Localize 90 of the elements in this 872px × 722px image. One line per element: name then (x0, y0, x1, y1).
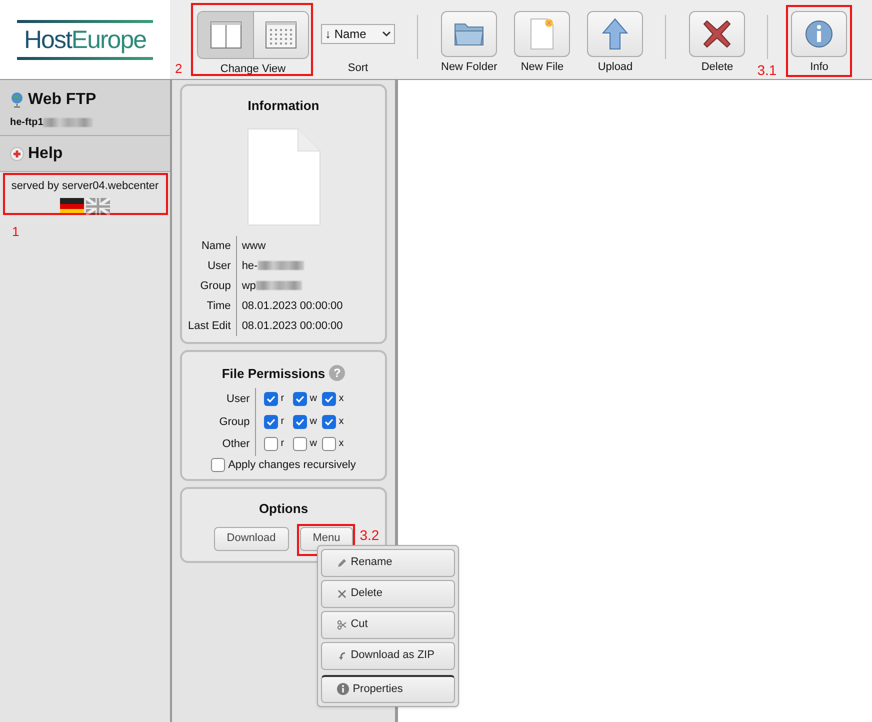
annotation-number: 3.1 (757, 63, 777, 77)
redaction-mark (43, 118, 94, 127)
permission-checkbox[interactable] (264, 414, 278, 429)
menu-item[interactable]: Download as ZIP (320, 642, 455, 670)
field-value: 08.01.2023 00:00:00 (242, 318, 343, 334)
download-button[interactable]: Download (214, 526, 289, 550)
checkmark-icon (294, 394, 305, 404)
toolbar-button[interactable] (441, 11, 498, 57)
permission-label: Other (219, 433, 256, 456)
german-flag-icon[interactable] (60, 198, 84, 214)
toolbar-label: Sort (348, 61, 368, 76)
permission-checkbox[interactable] (322, 392, 336, 406)
server-info: served by server04.webcenter (11, 179, 159, 194)
field-value: www (242, 238, 266, 254)
file-icon (246, 128, 320, 226)
permission-letter: w (310, 437, 318, 451)
toolbar-label: Change View (220, 62, 286, 77)
help-icon (10, 146, 24, 160)
field-value: wp (242, 278, 256, 294)
sort-dropdown[interactable]: ↓ Name (321, 24, 395, 44)
permission-letter: r (280, 437, 286, 451)
annotation-number: 2 (175, 62, 182, 75)
close-icon (336, 588, 347, 598)
toolbar-label: Delete (701, 60, 734, 75)
panel-title: Options (258, 500, 308, 518)
permission-checkbox[interactable] (322, 437, 336, 452)
permission-checkbox[interactable] (264, 437, 278, 452)
checkmark-icon (294, 416, 305, 427)
panel-title: Information (248, 97, 320, 115)
menu-item[interactable]: Delete (320, 580, 455, 608)
toolbar-button[interactable] (587, 11, 644, 57)
permission-checkbox[interactable] (292, 437, 307, 452)
info-icon (336, 683, 349, 695)
field-label: Name (188, 236, 237, 256)
sidebar-title[interactable]: Web FTP (28, 88, 96, 112)
view-toggle-button[interactable] (253, 12, 308, 58)
delete-icon (702, 19, 732, 49)
field-label: Time (188, 296, 237, 316)
checkmark-icon (324, 394, 334, 404)
permission-letter: r (280, 414, 286, 428)
help-link[interactable]: Help (28, 142, 63, 166)
host-name: he-ftp1 (10, 116, 44, 130)
permission-letter: w (310, 414, 318, 428)
globe-icon (10, 92, 24, 108)
split-view-icon (210, 21, 242, 49)
info-icon (804, 19, 834, 49)
view-toggle-button[interactable] (198, 12, 253, 58)
toolbar-label: Info (810, 60, 828, 75)
scissors-icon (336, 620, 347, 630)
new-file-icon (528, 17, 556, 51)
field-value: he- (242, 258, 258, 274)
checkmark-icon (266, 416, 276, 427)
toolbar-label: Upload (598, 60, 633, 75)
checkmark-icon (266, 394, 276, 404)
toolbar-button[interactable] (689, 11, 746, 57)
panel-title: File Permissions (222, 364, 326, 382)
menu-item[interactable]: Rename (320, 548, 455, 576)
curved-arrow-icon (336, 650, 347, 660)
annotation-number: 3.2 (360, 528, 380, 542)
checkmark-icon (324, 416, 334, 427)
menu-item[interactable]: Properties (320, 674, 455, 702)
permission-checkbox[interactable] (322, 414, 336, 429)
menu-item[interactable]: Cut (320, 610, 455, 638)
chevron-down-icon (382, 31, 391, 37)
upload-arrow-icon (601, 17, 630, 51)
permission-checkbox[interactable] (264, 392, 278, 406)
toolbar-label: New Folder (441, 60, 498, 75)
redaction-mark (258, 261, 304, 270)
grid-view-icon (265, 21, 297, 49)
permission-label: Group (219, 410, 256, 433)
redaction-mark (256, 281, 302, 290)
permission-letter: x (338, 414, 345, 428)
annotation-number: 1 (12, 225, 20, 238)
permission-letter: r (280, 392, 286, 406)
permission-letter: x (338, 392, 345, 406)
field-value: 08.01.2023 00:00:00 (242, 298, 343, 314)
toolbar-button[interactable] (791, 11, 848, 57)
pencil-icon (336, 558, 347, 568)
annotation-frame (786, 5, 852, 77)
toolbar-label: New File (520, 60, 564, 75)
permission-label: User (219, 388, 256, 410)
permission-checkbox[interactable] (292, 414, 307, 429)
permission-letter: x (338, 437, 345, 451)
checkbox-label: Apply changes recursively (228, 458, 356, 472)
field-label: Last Edit (188, 316, 237, 336)
permission-letter: w (310, 392, 318, 406)
recursive-checkbox[interactable] (211, 458, 226, 472)
field-label: User (188, 256, 237, 276)
field-label: Group (188, 276, 237, 296)
permission-checkbox[interactable] (292, 392, 307, 406)
